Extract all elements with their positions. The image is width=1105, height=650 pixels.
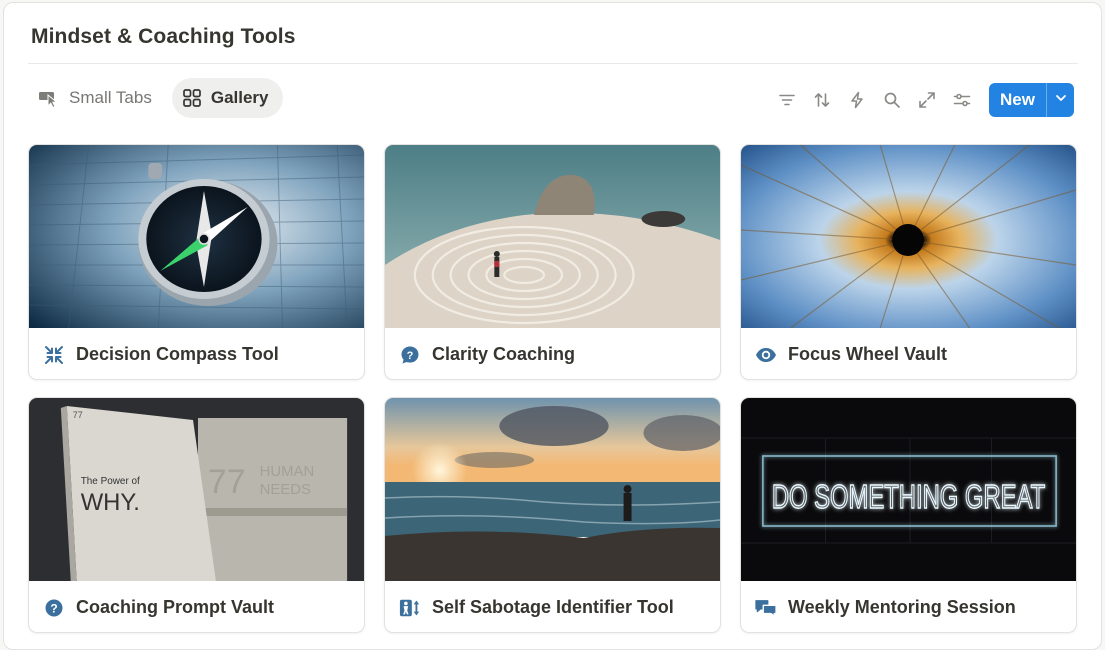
card-footer: Weekly Mentoring Session bbox=[741, 581, 1076, 632]
gallery-card-clarity-coaching[interactable]: ? Clarity Coaching bbox=[384, 144, 721, 380]
card-footer: Focus Wheel Vault bbox=[741, 328, 1076, 379]
gallery-panel: Mindset & Coaching Tools Small Tabs Gall… bbox=[3, 2, 1102, 650]
book-caption: The Power of bbox=[81, 476, 140, 487]
compress-arrows-icon bbox=[43, 344, 65, 366]
settings-sliders-icon[interactable] bbox=[944, 83, 979, 117]
card-cover-image: DO SOMETHING GREAT bbox=[741, 398, 1076, 581]
gallery-grid-icon bbox=[182, 88, 202, 108]
book-number: 77 bbox=[73, 410, 83, 420]
lightning-icon[interactable] bbox=[839, 83, 874, 117]
card-footer: ? Clarity Coaching bbox=[385, 328, 720, 379]
new-button-group: New bbox=[989, 83, 1074, 117]
cursor-click-icon bbox=[38, 88, 60, 108]
gallery-card-decision-compass[interactable]: Decision Compass Tool bbox=[28, 144, 365, 380]
card-cover-image bbox=[29, 145, 364, 328]
toolbar: New bbox=[769, 83, 1074, 117]
box-caption-line1: HUMAN bbox=[260, 463, 315, 480]
box-caption-line2: NEEDS bbox=[260, 481, 311, 498]
gallery-card-self-sabotage[interactable]: Self Sabotage Identifier Tool bbox=[384, 397, 721, 633]
page-title: Mindset & Coaching Tools bbox=[31, 25, 296, 48]
card-title: Coaching Prompt Vault bbox=[76, 597, 275, 617]
card-title: Clarity Coaching bbox=[432, 344, 576, 364]
tab-small-tabs[interactable]: Small Tabs bbox=[28, 78, 166, 118]
filter-icon[interactable] bbox=[769, 83, 804, 117]
search-icon[interactable] bbox=[874, 83, 909, 117]
gallery-card-coaching-prompt[interactable]: 77 HUMAN NEEDS 77 The Power of WHY. ? Co… bbox=[28, 397, 365, 633]
tab-gallery[interactable]: Gallery bbox=[171, 78, 283, 118]
card-title: Focus Wheel Vault bbox=[788, 344, 948, 364]
card-cover-image bbox=[385, 398, 720, 581]
chat-bubbles-icon bbox=[755, 597, 777, 619]
card-footer: Decision Compass Tool bbox=[29, 328, 364, 379]
view-tabs: Small Tabs Gallery bbox=[28, 78, 283, 118]
card-title: Weekly Mentoring Session bbox=[788, 597, 1016, 617]
svg-text:?: ? bbox=[407, 350, 414, 362]
expand-icon[interactable] bbox=[909, 83, 944, 117]
question-circle-icon: ? bbox=[43, 597, 65, 619]
gallery-card-focus-wheel[interactable]: Focus Wheel Vault bbox=[740, 144, 1077, 380]
book-title: WHY. bbox=[81, 489, 140, 516]
tab-label: Gallery bbox=[210, 88, 269, 107]
box-number: 77 bbox=[208, 463, 246, 501]
card-footer: Self Sabotage Identifier Tool bbox=[385, 581, 720, 632]
neon-sign-text: DO SOMETHING GREAT bbox=[772, 478, 1045, 515]
person-arrows-icon bbox=[399, 597, 421, 619]
card-cover-image bbox=[385, 145, 720, 328]
sort-icon[interactable] bbox=[804, 83, 839, 117]
card-title: Decision Compass Tool bbox=[76, 344, 279, 364]
card-footer: ? Coaching Prompt Vault bbox=[29, 581, 364, 632]
card-title: Self Sabotage Identifier Tool bbox=[432, 597, 674, 617]
card-cover-image bbox=[741, 145, 1076, 328]
question-bubble-icon: ? bbox=[399, 344, 421, 366]
divider bbox=[28, 63, 1078, 64]
new-button[interactable]: New bbox=[989, 83, 1046, 117]
new-dropdown-button[interactable] bbox=[1046, 83, 1074, 117]
svg-text:?: ? bbox=[50, 601, 57, 615]
card-cover-image: 77 HUMAN NEEDS 77 The Power of WHY. bbox=[29, 398, 364, 581]
tab-label: Small Tabs bbox=[69, 88, 152, 107]
gallery-card-weekly-mentoring[interactable]: DO SOMETHING GREAT Weekly Mentoring Sess… bbox=[740, 397, 1077, 633]
chevron-down-icon bbox=[1054, 91, 1068, 110]
eye-icon bbox=[755, 344, 777, 366]
